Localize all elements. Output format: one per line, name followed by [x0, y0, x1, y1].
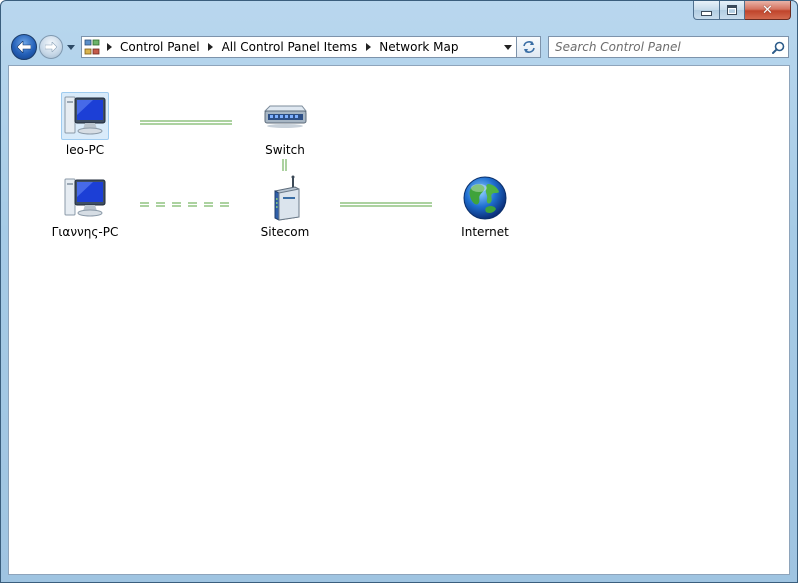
back-button[interactable] — [11, 34, 37, 60]
maximize-button[interactable] — [720, 1, 745, 20]
minimize-icon — [701, 10, 712, 16]
link-leo-pc-switch — [140, 120, 232, 125]
forward-button[interactable] — [39, 35, 63, 59]
node-label: Switch — [265, 143, 305, 157]
chevron-right-icon — [106, 43, 112, 51]
search-input[interactable] — [549, 38, 768, 56]
link-giannis-pc-sitecom — [140, 202, 232, 207]
chevron-down-icon — [504, 44, 512, 50]
node-leo-pc[interactable]: leo-PC — [40, 92, 130, 157]
router-icon — [261, 174, 309, 222]
refresh-button[interactable] — [517, 36, 541, 58]
search-box — [548, 36, 789, 58]
search-button[interactable] — [768, 37, 788, 57]
node-sitecom[interactable]: Sitecom — [240, 174, 330, 239]
computer-icon — [61, 92, 109, 140]
arrow-left-icon — [17, 41, 31, 53]
recent-pages-dropdown[interactable] — [65, 41, 77, 53]
address-bar[interactable]: Control Panel All Control Panel Items Ne… — [81, 36, 517, 58]
maximize-icon — [727, 5, 737, 15]
caption-buttons: ✕ — [693, 1, 791, 21]
node-giannis-pc[interactable]: Γιαννης-PC — [40, 174, 130, 239]
breadcrumb-control-panel[interactable]: Control Panel — [118, 40, 202, 54]
computer-icon — [61, 174, 109, 222]
network-map-view: leo-PC Switch Γιαννης-PC Sitecom Interne… — [8, 65, 790, 575]
node-internet[interactable]: Internet — [440, 174, 530, 239]
node-label: Sitecom — [260, 225, 310, 239]
network-map-icon — [84, 39, 100, 55]
explorer-window: ✕ Control Panel All Control Panel Items … — [0, 0, 798, 583]
search-icon — [771, 41, 784, 54]
breadcrumb-network-map[interactable]: Network Map — [377, 40, 460, 54]
chevron-right-icon — [365, 43, 371, 51]
node-label: leo-PC — [65, 143, 105, 157]
node-switch[interactable]: Switch — [240, 92, 330, 157]
breadcrumb-separator[interactable] — [103, 43, 115, 51]
link-sitecom-internet — [340, 202, 432, 207]
node-label: Γιαννης-PC — [51, 225, 119, 239]
chevron-right-icon — [208, 43, 214, 51]
breadcrumb-separator[interactable] — [362, 43, 374, 51]
minimize-button[interactable] — [693, 1, 720, 20]
node-label: Internet — [461, 225, 509, 239]
chevron-down-icon — [67, 44, 75, 50]
address-history-dropdown[interactable] — [500, 37, 516, 57]
close-button[interactable]: ✕ — [745, 1, 791, 20]
switch-icon — [261, 92, 309, 140]
close-icon: ✕ — [762, 2, 773, 18]
refresh-icon — [522, 41, 535, 53]
arrow-right-icon — [45, 42, 57, 52]
breadcrumb-separator[interactable] — [205, 43, 217, 51]
globe-icon — [461, 174, 509, 222]
link-switch-sitecom — [282, 159, 287, 171]
breadcrumb-all-control-panel-items[interactable]: All Control Panel Items — [220, 40, 360, 54]
